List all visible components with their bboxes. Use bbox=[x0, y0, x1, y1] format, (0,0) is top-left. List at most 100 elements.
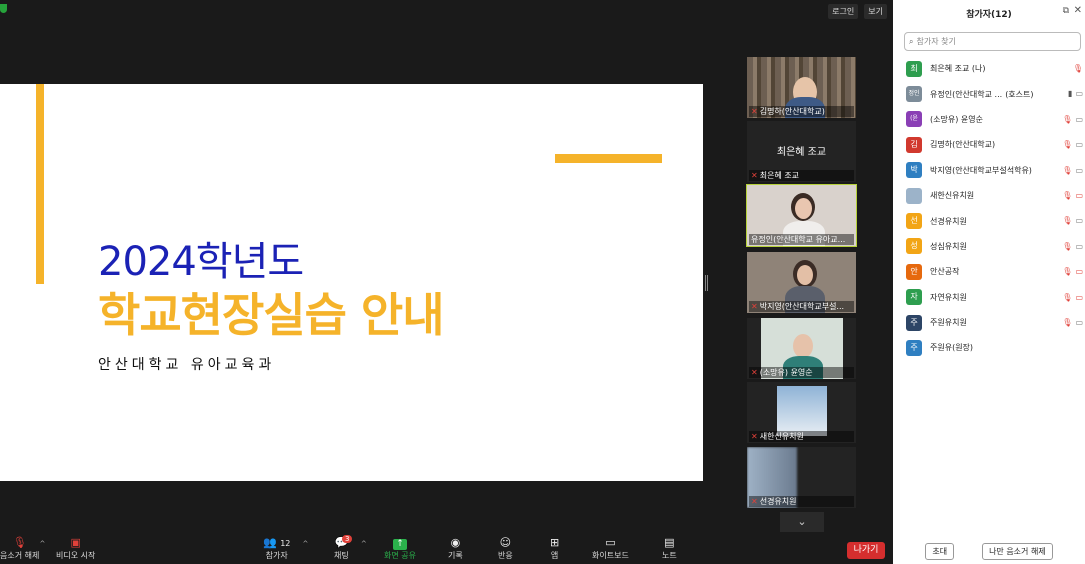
participants-button[interactable]: 👥 12 참가자 ^ bbox=[263, 536, 308, 561]
login-button[interactable]: 로그인 bbox=[828, 4, 859, 19]
reactions-icon: ☺ bbox=[499, 536, 512, 549]
share-screen-icon: ↑ bbox=[392, 539, 407, 550]
participant-row[interactable]: 주 주원유(원장) bbox=[906, 335, 1083, 360]
participant-status-icons: 🎙 ▭ bbox=[1062, 191, 1083, 200]
participant-row[interactable]: 안 안산공작 🎙 ▭ bbox=[906, 259, 1083, 284]
mic-muted-icon: 🎙 bbox=[1062, 292, 1073, 302]
participant-row[interactable]: 자 자연유치원 🎙 ▭ bbox=[906, 285, 1083, 310]
participant-row[interactable]: 주 주원유치원 🎙 ▭ bbox=[906, 310, 1083, 335]
video-tile[interactable]: 최은혜 조교 ✕ 최은혜 조교 bbox=[747, 121, 856, 182]
mic-muted-icon: ✕ bbox=[751, 171, 758, 180]
participant-row[interactable]: 선 선경유치원 🎙 ▭ bbox=[906, 208, 1083, 233]
leave-button[interactable]: 나가기 bbox=[847, 542, 885, 559]
video-tile-name: 새한신유치원 bbox=[759, 432, 804, 441]
participant-status-icons: ▮ ▭ bbox=[1068, 89, 1083, 98]
participant-name: 주원유치원 bbox=[930, 318, 967, 328]
participant-row[interactable]: 정인 유정인(안산대학교 ... (호스트) ▮ ▭ bbox=[906, 81, 1083, 106]
mic-on-icon: ▮ bbox=[1068, 89, 1073, 99]
participant-row[interactable]: 박 박지영(안산대학교부설석학유) 🎙 ▭ bbox=[906, 158, 1083, 183]
split-drag-handle[interactable] bbox=[705, 275, 708, 291]
reactions-button[interactable]: ☺ 반응 bbox=[498, 536, 513, 561]
mic-muted-icon: 🎙 bbox=[1062, 140, 1073, 150]
participant-name: 김명하(안산대학교) bbox=[930, 140, 996, 150]
video-off-icon: ▣ bbox=[70, 536, 81, 549]
video-tile[interactable]: ✕ 선경유치원 bbox=[747, 447, 856, 508]
video-off-icon: ▭ bbox=[1075, 317, 1083, 327]
mic-muted-icon: ✕ bbox=[751, 368, 758, 377]
participant-row[interactable]: (윤 (소망유) 윤영순 🎙 ▭ bbox=[906, 107, 1083, 132]
participant-avatar: 김 bbox=[906, 136, 922, 153]
video-tile[interactable]: ✕ 박지영(안산대학교부설... bbox=[747, 252, 856, 313]
scroll-tiles-down-button[interactable]: ⌄ bbox=[780, 512, 824, 532]
notes-button[interactable]: ▤ 노트 bbox=[662, 536, 677, 561]
participant-face bbox=[793, 334, 813, 358]
mic-muted-icon: 🎙 bbox=[1062, 114, 1073, 124]
video-tile-active-speaker[interactable]: 유정인(안산대학교 유아교... bbox=[746, 184, 857, 247]
view-button[interactable]: 보기 bbox=[864, 4, 887, 19]
video-tile-label: ✕ 최은혜 조교 bbox=[749, 170, 854, 181]
participant-face bbox=[797, 265, 813, 285]
chevron-up-icon[interactable]: ^ bbox=[39, 540, 45, 548]
video-off-icon: ▭ bbox=[1075, 89, 1083, 99]
shared-slide: 2024학년도 학교현장실습 안내 안산대학교 유아교육과 bbox=[0, 84, 703, 481]
mic-muted-icon: ✕ bbox=[751, 107, 758, 116]
shield-icon[interactable] bbox=[0, 4, 7, 13]
participant-avatar: 안 bbox=[906, 263, 922, 280]
video-tile-name: 최은혜 조교 bbox=[759, 171, 800, 180]
video-tile[interactable]: ✕ 새한신유치원 bbox=[747, 382, 856, 443]
whiteboard-label: 화이트보드 bbox=[592, 551, 629, 560]
participant-row[interactable]: 새한신유치원 🎙 ▭ bbox=[906, 183, 1083, 208]
video-tile-name: (소망유) 윤영순 bbox=[759, 368, 813, 377]
mic-muted-icon: 🎙 bbox=[1062, 241, 1073, 251]
chevron-down-icon: ⌄ bbox=[797, 515, 807, 528]
unmute-myself-button[interactable]: 나만 음소거 해제 bbox=[982, 543, 1053, 560]
participant-search-input[interactable]: ⌕ 참가자 찾기 bbox=[904, 32, 1081, 51]
participant-status-icons: 🎙 ▭ bbox=[1062, 216, 1083, 225]
popout-icon[interactable]: ⧉ bbox=[1063, 6, 1069, 16]
chevron-up-icon[interactable]: ^ bbox=[361, 540, 367, 548]
mic-muted-icon: ✕ bbox=[751, 432, 758, 441]
slide-subtitle: 안산대학교 유아교육과 bbox=[98, 357, 276, 373]
participant-row[interactable]: 최 최은혜 조교 (나) 🎙 bbox=[906, 56, 1083, 81]
participant-name: 성심유치원 bbox=[930, 241, 967, 251]
share-screen-button[interactable]: ↑ 화면 공유 bbox=[384, 536, 416, 561]
video-off-icon: ▭ bbox=[1075, 292, 1083, 302]
video-tile-label: ✕ 박지영(안산대학교부설... bbox=[749, 301, 854, 312]
close-icon[interactable]: ✕ bbox=[1074, 5, 1082, 16]
top-right-controls: 로그인 보기 bbox=[828, 4, 887, 19]
notes-icon: ▤ bbox=[664, 536, 675, 549]
meeting-toolbar: 🎙 음소거 해제 ^ ▣ 비디오 시작 👥 12 참가자 ^ 💬 3 채팅 ^ … bbox=[0, 534, 893, 564]
participant-row[interactable]: 김 김명하(안산대학교) 🎙 ▭ bbox=[906, 132, 1083, 157]
video-tile[interactable]: ✕ (소망유) 윤영순 bbox=[747, 318, 856, 379]
video-off-icon: ▭ bbox=[1075, 216, 1083, 226]
search-placeholder: 참가자 찾기 bbox=[916, 37, 956, 46]
record-icon: ◉ bbox=[450, 536, 461, 549]
participants-label: 참가자 bbox=[265, 551, 288, 560]
apps-icon: ⊞ bbox=[550, 536, 560, 549]
record-button[interactable]: ◉ 기록 bbox=[448, 536, 463, 561]
host-tag: (호스트) bbox=[1005, 89, 1034, 99]
unmute-button[interactable]: 🎙 음소거 해제 ^ bbox=[0, 536, 45, 561]
participant-avatar: 성 bbox=[906, 238, 922, 255]
apps-button[interactable]: ⊞ 앱 bbox=[550, 536, 559, 561]
whiteboard-button[interactable]: ▭ 화이트보드 bbox=[592, 536, 629, 561]
mic-muted-icon: 🎙 bbox=[1062, 267, 1073, 277]
participant-name: 주원유(원장) bbox=[930, 343, 974, 353]
participant-status-icons: 🎙 ▭ bbox=[1062, 140, 1083, 149]
unmute-label: 음소거 해제 bbox=[0, 551, 40, 560]
mic-muted-icon: 🎙 bbox=[1062, 216, 1073, 226]
participant-avatar bbox=[906, 187, 922, 204]
video-tile-name: 박지영(안산대학교부설... bbox=[759, 302, 845, 311]
video-tile[interactable]: ✕ 김명하(안산대학교) bbox=[747, 57, 856, 118]
slide-title: 학교현장실습 안내 bbox=[98, 288, 445, 342]
participant-status-icons: 🎙 ▭ bbox=[1062, 166, 1083, 175]
participant-row[interactable]: 성 성심유치원 🎙 ▭ bbox=[906, 234, 1083, 259]
mic-muted-icon: 🎙 bbox=[1062, 317, 1073, 327]
participant-status-icons: 🎙 ▭ bbox=[1062, 293, 1083, 302]
start-video-button[interactable]: ▣ 비디오 시작 bbox=[56, 536, 95, 561]
chevron-up-icon[interactable]: ^ bbox=[303, 540, 309, 548]
chat-button[interactable]: 💬 3 채팅 ^ bbox=[334, 535, 367, 561]
video-tile-center-name: 최은혜 조교 bbox=[776, 147, 827, 158]
mic-muted-icon: 🎙 bbox=[1062, 190, 1073, 200]
invite-button[interactable]: 초대 bbox=[925, 543, 955, 560]
